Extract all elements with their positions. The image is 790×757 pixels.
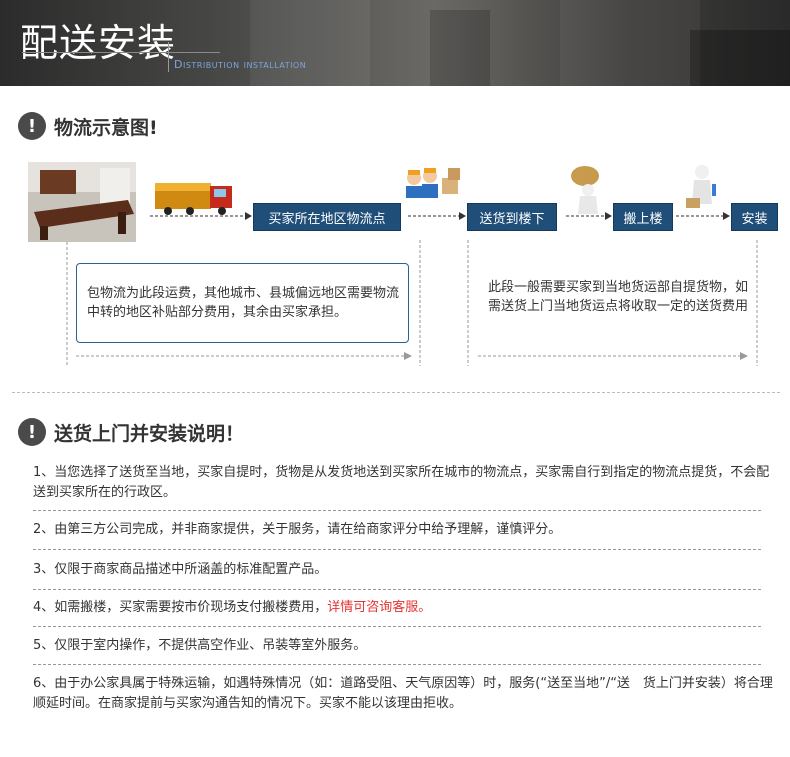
item-separator (33, 664, 761, 665)
list-item: 2、由第三方公司完成，并非商家提供，关于服务，请在给商家评分中给予理解，谨慎评分… (33, 522, 562, 537)
person-with-toolbox-icon (686, 165, 716, 208)
flow-step-carry-upstairs: 搬上楼 (613, 203, 673, 231)
page-title: 配送安装 (20, 21, 177, 65)
section-title: 物流示意图! (54, 116, 158, 139)
list-item: 5、仅限于室内操作，不提供高空作业、吊装等室外服务。 (33, 638, 367, 653)
section-heading-delivery: ! 送货上门并安装说明！ (18, 418, 244, 446)
exclamation-icon: ! (18, 418, 46, 446)
freight-note-text: 包物流为此段运费，其他城市、县城偏远地区需要物流中转的地区补贴部分费用，其余由买… (87, 286, 400, 320)
list-item: 6、由于办公家具属于特殊运输，如遇特殊情况（如：道路受阻、天气原因等）时，服务(… (33, 676, 773, 711)
list-item: 1、当您选择了送货至当地，买家自提时，货物是从发货地送到买家所在城市的物流点，买… (33, 465, 770, 500)
freight-note-box: 包物流为此段运费，其他城市、县城偏远地区需要物流中转的地区补贴部分费用，其余由买… (76, 263, 409, 343)
workers-icon (406, 168, 460, 198)
list-item: 3、仅限于商家商品描述中所涵盖的标准配置产品。 (33, 562, 328, 577)
contact-service-link[interactable]: 详情可咨询客服。 (327, 600, 431, 615)
item-separator (33, 510, 761, 511)
office-desk-image (28, 162, 136, 242)
exclamation-icon: ! (18, 112, 46, 140)
truck-icon (155, 183, 232, 215)
person-carrying-box-icon (571, 166, 599, 214)
flow-step-install: 安装 (731, 203, 778, 231)
pickup-note-text: 此段一般需要买家到当地货运部自提货物，如需送货上门当地货运点将收取一定的送货费用 (488, 280, 749, 314)
flow-step-deliver-downstairs: 送货到楼下 (467, 203, 557, 231)
item-separator (33, 626, 761, 627)
list-item: 4、如需搬楼，买家需要按市价现场支付搬楼费用，详情可咨询客服。 (33, 600, 432, 615)
item-separator (33, 549, 761, 550)
section-heading-logistics: ! 物流示意图! (18, 112, 158, 140)
item-separator (33, 589, 761, 590)
flow-step-logistics-point: 买家所在地区物流点 (253, 203, 401, 231)
section-title: 送货上门并安装说明！ (54, 422, 245, 445)
section-divider (12, 392, 780, 393)
page-subtitle: Distribution installation (174, 58, 307, 71)
title-underline (22, 52, 220, 53)
title-divider (168, 42, 169, 72)
header-banner: 配送安装 Distribution installation (0, 0, 790, 86)
